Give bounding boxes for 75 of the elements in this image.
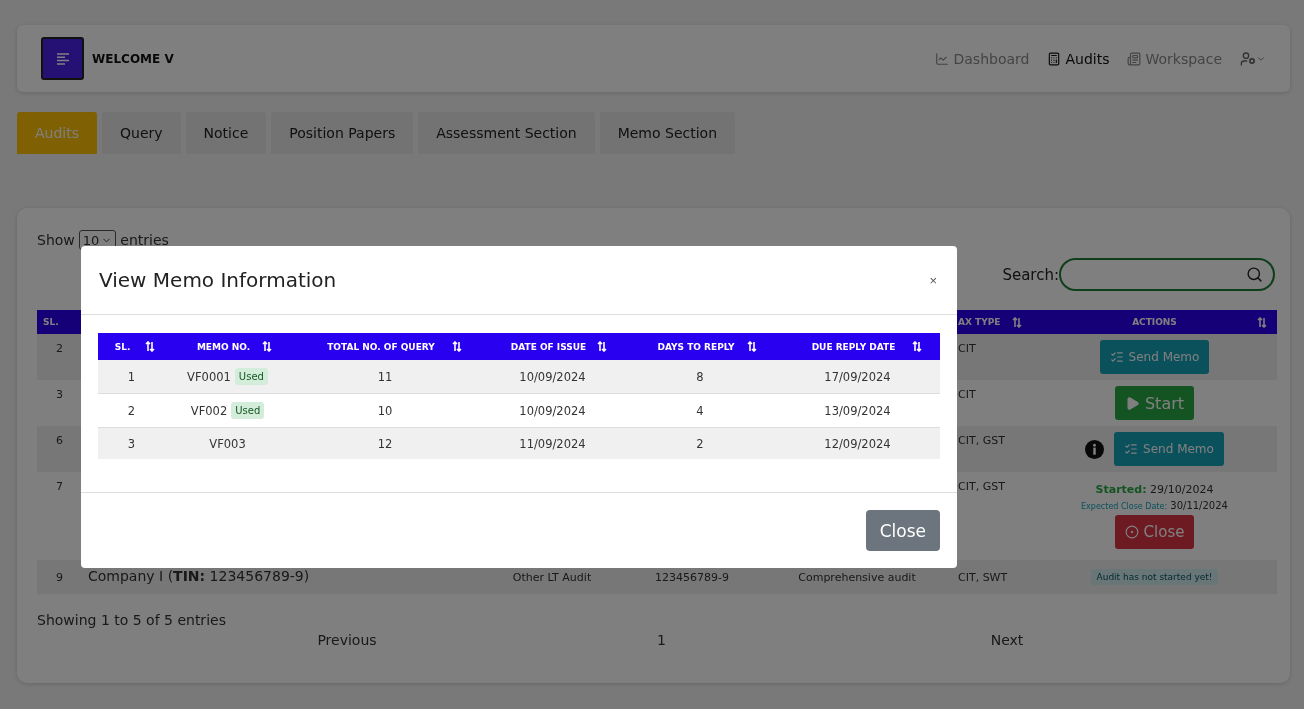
used-badge: Used <box>234 368 268 385</box>
close-button[interactable]: × <box>927 272 939 288</box>
chart-icon <box>935 51 950 66</box>
send-memo-button[interactable]: Send Memo <box>1114 432 1224 466</box>
search-icon <box>1246 266 1263 283</box>
close-button[interactable]: Close <box>865 510 940 551</box>
sort-icon[interactable] <box>912 341 922 352</box>
table-cell: 6 <box>37 426 82 472</box>
memo-number: VF0001 <box>187 369 231 384</box>
expected-close-date: Expected Close Date: 30/11/2024 <box>1080 500 1229 511</box>
column-header[interactable]: SL. <box>37 310 82 334</box>
tab[interactable]: Notice <box>185 112 267 154</box>
play-icon <box>1124 395 1140 411</box>
user-gear-icon <box>1240 50 1256 67</box>
calculator-icon <box>1047 51 1062 66</box>
sort-icon[interactable] <box>145 341 155 352</box>
table-cell: 1 <box>98 360 165 394</box>
sort-icon[interactable] <box>452 341 462 352</box>
table-cell: 9 <box>37 560 82 594</box>
tab[interactable]: Memo Section <box>599 112 736 154</box>
entries-info: Showing 1 to 5 of 5 entries <box>37 612 227 628</box>
table-cell: 2 <box>37 334 82 380</box>
table-cell: CIT, SWT <box>952 560 1032 594</box>
list-icon <box>1127 51 1142 66</box>
tab[interactable]: Query <box>102 112 181 154</box>
close-button[interactable]: Close <box>1114 515 1195 549</box>
column-header[interactable]: MEMO NO. <box>165 333 290 360</box>
previous-link[interactable]: Previous <box>317 632 377 648</box>
column-header[interactable]: ACTIONS <box>1032 310 1277 334</box>
nav-link[interactable]: Dashboard <box>935 50 1030 67</box>
entries-label: entries <box>120 232 169 248</box>
next-link[interactable]: Next <box>990 632 1024 648</box>
circle-dot-icon <box>1124 525 1139 539</box>
used-badge: Used <box>231 402 265 419</box>
page-link[interactable]: 1 <box>657 632 666 648</box>
status-badge: Audit has not started yet! <box>1090 569 1219 585</box>
table-cell: 8 <box>625 360 775 394</box>
sort-icon[interactable] <box>1012 316 1022 328</box>
table-cell: 11/09/2024 <box>480 428 625 459</box>
table-cell: 17/09/2024 <box>775 360 940 394</box>
column-header[interactable]: DAYS TO REPLY <box>625 333 775 360</box>
table-cell: 3 <box>98 428 165 459</box>
table-cell: 12 <box>290 428 480 459</box>
column-header[interactable]: TOTAL NO. OF QUERY <box>290 333 480 360</box>
started-date: Started: 29/10/2024 <box>1094 483 1215 496</box>
memo-number: VF002 <box>190 403 228 418</box>
show-label: Show <box>37 232 75 248</box>
column-header[interactable]: DUE REPLY DATE <box>775 333 940 360</box>
nav-link[interactable]: Audits <box>1047 50 1110 67</box>
user-menu[interactable] <box>1240 50 1266 67</box>
tab[interactable]: Position Papers <box>271 112 414 154</box>
send-memo-button[interactable]: Send Memo <box>1099 340 1210 374</box>
sort-icon[interactable] <box>597 341 607 352</box>
checklist-icon <box>1124 442 1139 456</box>
tab[interactable]: Assessment Section <box>418 112 595 154</box>
search-field[interactable] <box>1059 258 1275 291</box>
menu-icon <box>55 52 70 65</box>
table-cell: 12/09/2024 <box>775 428 940 459</box>
modal-title: View Memo Information <box>99 268 337 292</box>
nav-link[interactable]: Workspace <box>1127 50 1222 67</box>
search-label: Search: <box>1002 265 1059 284</box>
table-cell: 11 <box>290 360 480 394</box>
column-header[interactable]: SL. <box>98 333 165 360</box>
sort-icon[interactable] <box>747 341 757 352</box>
memo-number: VF003 <box>209 436 246 451</box>
table-cell: 2 <box>625 428 775 459</box>
checklist-icon <box>1109 350 1124 364</box>
table-cell: 10/09/2024 <box>480 360 625 394</box>
info-icon[interactable] <box>1085 439 1105 459</box>
column-header[interactable]: DATE OF ISSUE <box>480 333 625 360</box>
sort-icon[interactable] <box>262 341 272 352</box>
start-button[interactable]: Start <box>1114 386 1195 420</box>
brand-name: WELCOME V <box>92 51 175 66</box>
sort-icon[interactable] <box>1257 316 1267 328</box>
menu-button[interactable] <box>41 37 84 80</box>
